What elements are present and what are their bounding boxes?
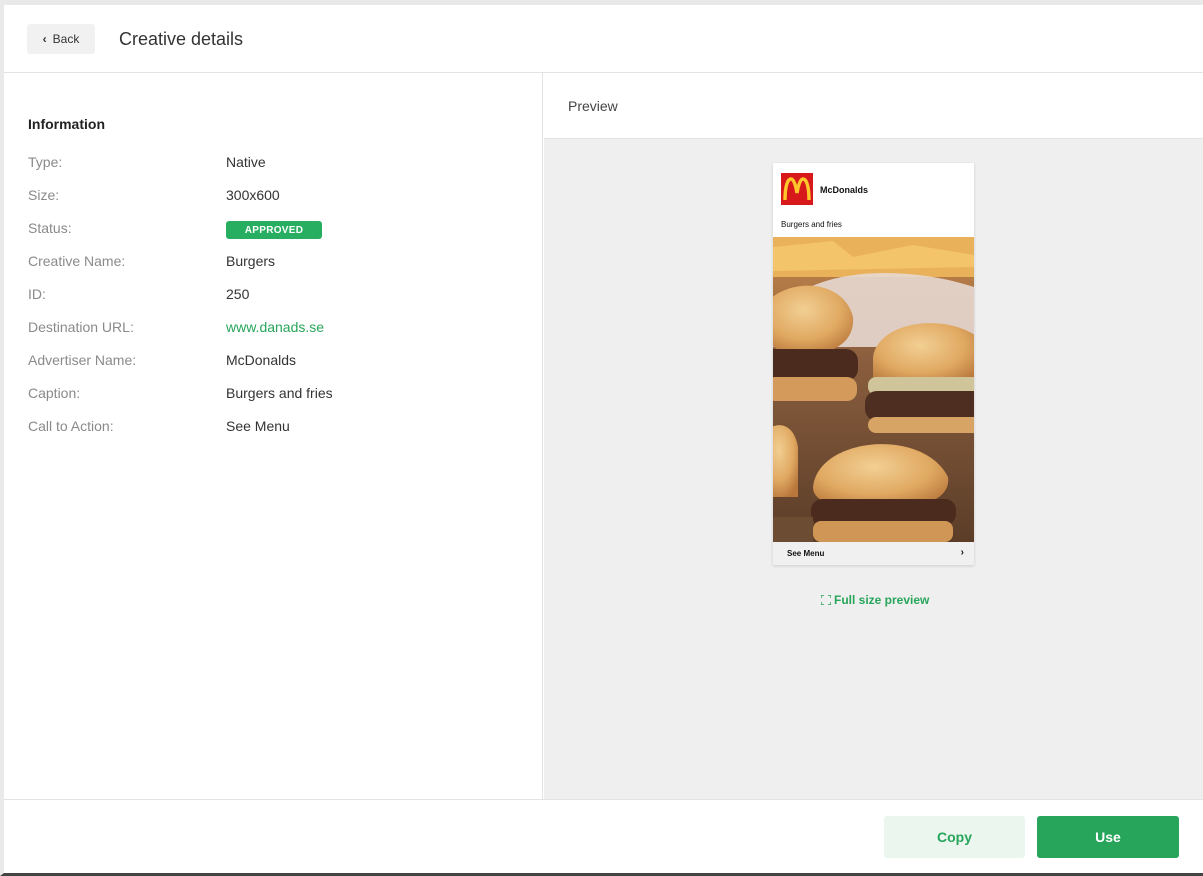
information-title: Information (28, 116, 105, 132)
chevron-right-icon: › (960, 547, 964, 558)
header: ‹ Back Creative details (4, 5, 1203, 73)
info-label: Destination URL: (28, 319, 134, 335)
info-label: Type: (28, 154, 63, 170)
destination-url-link[interactable]: www.danads.se (226, 319, 324, 335)
expand-icon (821, 595, 831, 605)
full-size-preview-label: Full size preview (834, 593, 930, 607)
use-button[interactable]: Use (1037, 816, 1179, 858)
preview-header: Preview (544, 73, 1203, 139)
info-label: Advertiser Name: (28, 352, 137, 368)
info-row-advertiser-name: Advertiser Name: McDonalds (28, 352, 528, 372)
info-row-status: Status: APPROVED (28, 220, 528, 240)
info-label: Caption: (28, 385, 81, 401)
info-value: See Menu (226, 418, 290, 434)
info-value: 250 (226, 286, 250, 302)
mcdonalds-logo-icon (781, 173, 813, 205)
info-row-id: ID: 250 (28, 286, 528, 306)
ad-cta-label: See Menu (787, 549, 825, 558)
ad-advertiser-name: McDonalds (820, 185, 869, 195)
info-row-destination-url: Destination URL: www.danads.se (28, 319, 528, 339)
ad-caption: Burgers and fries (781, 220, 842, 229)
preview-label: Preview (568, 98, 618, 114)
info-label: Status: (28, 220, 72, 236)
info-label: Creative Name: (28, 253, 126, 269)
full-size-preview-link[interactable]: Full size preview (821, 593, 929, 607)
info-label: ID: (28, 286, 46, 302)
back-button[interactable]: ‹ Back (27, 24, 95, 54)
app-frame: ‹ Back Creative details Information Type… (0, 0, 1203, 876)
ad-cta-bar[interactable]: See Menu › (773, 542, 974, 565)
info-row-caption: Caption: Burgers and fries (28, 385, 528, 405)
information-panel: Information Type: Native Size: 300x600 S… (4, 73, 543, 799)
back-button-label: Back (52, 32, 80, 46)
info-value: Native (226, 154, 266, 170)
info-value: Burgers (226, 253, 276, 269)
info-value: McDonalds (226, 352, 297, 368)
preview-area: McDonalds Burgers and fries See Menu › F… (544, 139, 1203, 799)
info-row-creative-name: Creative Name: Burgers (28, 253, 528, 273)
footer: Copy Use (4, 799, 1203, 873)
info-label: Size: (28, 187, 60, 203)
info-row-call-to-action: Call to Action: See Menu (28, 418, 528, 438)
info-value: 300x600 (226, 187, 280, 203)
info-label: Call to Action: (28, 418, 114, 434)
page-title: Creative details (119, 29, 244, 49)
ad-preview-card: McDonalds Burgers and fries See Menu › (773, 163, 974, 565)
info-value: Burgers and fries (226, 385, 333, 401)
burgers-photo (773, 237, 974, 542)
status-badge: APPROVED (226, 221, 322, 239)
chevron-left-icon: ‹ (42, 32, 47, 46)
info-row-type: Type: Native (28, 154, 528, 174)
copy-button[interactable]: Copy (884, 816, 1025, 858)
info-row-size: Size: 300x600 (28, 187, 528, 207)
